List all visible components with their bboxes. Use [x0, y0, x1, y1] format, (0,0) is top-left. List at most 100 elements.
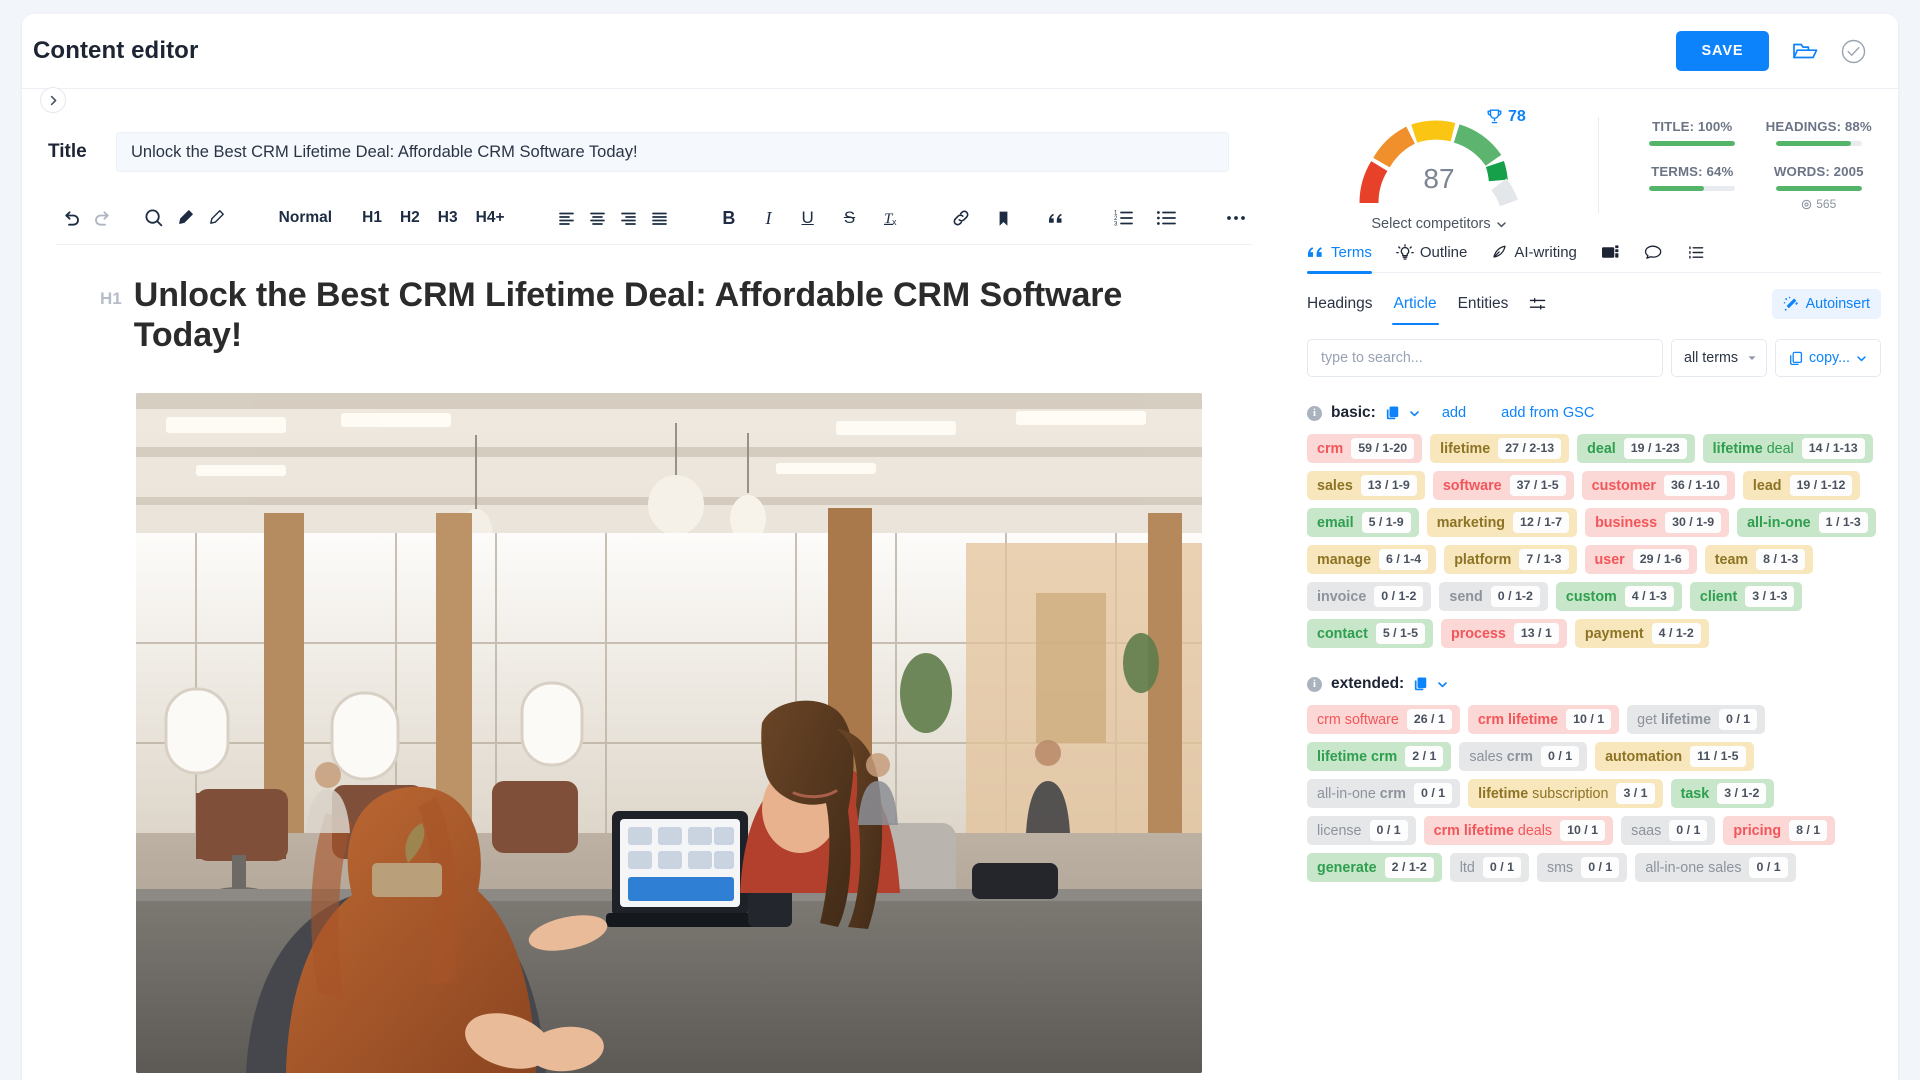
- term-chip[interactable]: lifetime 27 / 2-13: [1430, 434, 1570, 463]
- terms-filter-select[interactable]: all terms: [1671, 339, 1767, 377]
- check-circle-icon[interactable]: [1841, 39, 1866, 64]
- term-chip[interactable]: deal 19 / 1-23: [1577, 434, 1695, 463]
- term-chip[interactable]: invoice 0 / 1-2: [1307, 582, 1432, 611]
- term-chip[interactable]: get lifetime 0 / 1: [1627, 705, 1766, 734]
- italic-button[interactable]: I: [756, 201, 780, 235]
- term-chip[interactable]: custom 4 / 1-3: [1555, 582, 1682, 611]
- subtab-article[interactable]: Article: [1391, 289, 1439, 325]
- highlighter-icon[interactable]: [201, 200, 232, 236]
- select-competitors-dropdown[interactable]: Select competitors: [1371, 216, 1506, 232]
- copy-dropdown[interactable]: copy...: [1775, 339, 1881, 377]
- term-chip[interactable]: customer 36 / 1-10: [1581, 471, 1735, 500]
- strikethrough-button[interactable]: S: [835, 201, 864, 235]
- subtab-headings[interactable]: Headings: [1307, 289, 1373, 319]
- term-chip[interactable]: client 3 / 1-3: [1689, 582, 1803, 611]
- save-button[interactable]: SAVE: [1676, 31, 1769, 71]
- analysis-panel-scroll[interactable]: 87 78 Select competitors TITLE: 100% HEA…: [1280, 89, 1898, 1080]
- align-right-icon[interactable]: [613, 200, 644, 236]
- search-icon[interactable]: [139, 200, 170, 236]
- link-icon[interactable]: [945, 200, 976, 236]
- copy-icon[interactable]: [1385, 405, 1400, 421]
- term-chip[interactable]: all-in-one 1 / 1-3: [1737, 508, 1876, 537]
- term-chip[interactable]: manage 6 / 1-4: [1307, 545, 1437, 574]
- autoinsert-button[interactable]: Autoinsert: [1771, 289, 1881, 319]
- term-chip[interactable]: saas 0 / 1: [1621, 816, 1716, 845]
- tab-list[interactable]: [1687, 233, 1705, 273]
- metric-bar: [1649, 186, 1736, 191]
- term-chip[interactable]: automation 11 / 1-5: [1595, 742, 1754, 771]
- copy-icon[interactable]: [1413, 676, 1428, 692]
- term-chip[interactable]: sms 0 / 1: [1536, 853, 1628, 882]
- term-chip[interactable]: pricing 8 / 1: [1723, 816, 1836, 845]
- term-chip[interactable]: sales 13 / 1-9: [1307, 471, 1425, 500]
- bookmark-icon[interactable]: [988, 200, 1019, 236]
- subtab-entities[interactable]: Entities: [1458, 289, 1509, 319]
- term-chip[interactable]: lifetime subscription 3 / 1: [1468, 779, 1663, 808]
- chevron-down-icon[interactable]: [1409, 408, 1420, 419]
- document-h1[interactable]: Unlock the Best CRM Lifetime Deal: Affor…: [134, 275, 1144, 355]
- clear-format-icon[interactable]: T x: [876, 200, 907, 236]
- term-chip[interactable]: platform 7 / 1-3: [1444, 545, 1577, 574]
- align-left-icon[interactable]: [551, 200, 582, 236]
- term-chip[interactable]: task 3 / 1-2: [1670, 779, 1775, 808]
- add-from-gsc-link[interactable]: add from GSC: [1501, 405, 1594, 421]
- term-chip[interactable]: contact 5 / 1-5: [1307, 619, 1433, 648]
- info-icon[interactable]: i: [1307, 405, 1322, 421]
- quote-icon[interactable]: [1040, 200, 1071, 236]
- term-chip[interactable]: license 0 / 1: [1307, 816, 1416, 845]
- bold-button[interactable]: B: [713, 201, 744, 235]
- term-chip[interactable]: process 13 / 1: [1440, 619, 1567, 648]
- header-actions: SAVE: [1676, 31, 1866, 71]
- term-chip[interactable]: email 5 / 1-9: [1307, 508, 1419, 537]
- sidebar-collapse-toggle[interactable]: [40, 87, 66, 113]
- document-image[interactable]: [136, 393, 1202, 1074]
- term-chip[interactable]: team 8 / 1-3: [1704, 545, 1814, 574]
- style-h2[interactable]: H2: [391, 201, 429, 235]
- term-chip[interactable]: lifetime deal 14 / 1-13: [1702, 434, 1873, 463]
- title-input[interactable]: [116, 132, 1229, 172]
- term-chip[interactable]: crm lifetime 10 / 1: [1467, 705, 1620, 734]
- redo-icon[interactable]: [87, 200, 118, 236]
- more-horizontal-icon[interactable]: [1221, 200, 1252, 236]
- tab-terms-label: Terms: [1331, 244, 1372, 261]
- align-justify-icon[interactable]: [644, 200, 675, 236]
- tab-outline[interactable]: Outline: [1395, 233, 1467, 273]
- undo-icon[interactable]: [56, 200, 87, 236]
- open-folder-icon[interactable]: [1791, 39, 1819, 63]
- term-chip[interactable]: crm lifetime deals 10 / 1: [1423, 816, 1614, 845]
- document-body[interactable]: H1 Unlock the Best CRM Lifetime Deal: Af…: [100, 275, 1202, 1074]
- style-h3[interactable]: H3: [429, 201, 467, 235]
- term-chip[interactable]: marketing 12 / 1-7: [1426, 508, 1578, 537]
- search-input[interactable]: [1307, 339, 1663, 377]
- ordered-list-icon[interactable]: 1 2 3: [1109, 200, 1140, 236]
- tab-images[interactable]: [1601, 233, 1620, 273]
- term-chip[interactable]: sales crm 0 / 1: [1459, 742, 1588, 771]
- tab-terms[interactable]: Terms: [1307, 233, 1372, 274]
- term-chip[interactable]: send 0 / 1-2: [1439, 582, 1548, 611]
- term-chip[interactable]: lead 19 / 1-12: [1742, 471, 1861, 500]
- align-center-icon[interactable]: [582, 200, 613, 236]
- chevron-down-icon[interactable]: [1437, 679, 1448, 690]
- tab-ai-writing[interactable]: AI-writing: [1491, 233, 1577, 273]
- term-chip[interactable]: all-in-one sales 0 / 1: [1635, 853, 1796, 882]
- sliders-icon[interactable]: [1529, 289, 1546, 319]
- term-chip[interactable]: software 37 / 1-5: [1432, 471, 1574, 500]
- term-chip[interactable]: user 29 / 1-6: [1584, 545, 1697, 574]
- style-h4plus[interactable]: H4+: [467, 201, 514, 235]
- tab-comments[interactable]: [1644, 233, 1663, 273]
- term-chip[interactable]: business 30 / 1-9: [1585, 508, 1730, 537]
- term-chip[interactable]: generate 2 / 1-2: [1307, 853, 1442, 882]
- style-h1[interactable]: H1: [353, 201, 391, 235]
- style-normal[interactable]: Normal: [270, 201, 341, 235]
- term-chip[interactable]: crm 59 / 1-20: [1307, 434, 1423, 463]
- marker-icon[interactable]: [170, 200, 201, 236]
- term-chip[interactable]: ltd 0 / 1: [1449, 853, 1529, 882]
- term-chip[interactable]: lifetime crm 2 / 1: [1307, 742, 1452, 771]
- term-chip[interactable]: payment 4 / 1-2: [1574, 619, 1709, 648]
- term-chip[interactable]: crm software 26 / 1: [1307, 705, 1460, 734]
- bullet-list-icon[interactable]: [1152, 200, 1183, 236]
- term-chip[interactable]: all-in-one crm 0 / 1: [1307, 779, 1461, 808]
- add-link[interactable]: add: [1442, 405, 1466, 421]
- underline-button[interactable]: U: [793, 201, 823, 235]
- info-icon[interactable]: i: [1307, 676, 1322, 692]
